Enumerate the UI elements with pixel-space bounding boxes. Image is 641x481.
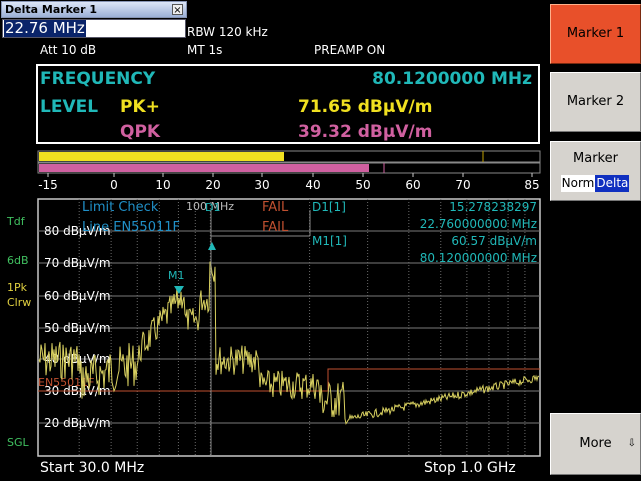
marker-1-softkey[interactable]: Marker 1 xyxy=(550,4,641,64)
delta-option[interactable]: Delta xyxy=(595,175,630,192)
m1-marker-tag: M1 xyxy=(168,269,185,282)
marker-2-label: Marker 2 xyxy=(566,94,625,109)
m1-label: M1[1] xyxy=(312,234,347,248)
spectrum-plot[interactable]: 80 dBµV/m70 dBµV/m60 dBµV/m50 dBµV/m40 d… xyxy=(0,0,545,481)
y-tick-label: 50 dBµV/m xyxy=(44,321,111,335)
stop-frequency: Stop 1.0 GHz xyxy=(424,460,516,476)
limit-check-label: Limit Check xyxy=(82,200,159,215)
limit-line-label: EN55011F xyxy=(38,376,95,389)
limit-check-status: FAIL xyxy=(262,200,289,215)
y-tick-label: 60 dBµV/m xyxy=(44,289,111,303)
d1-marker-tag: D1 xyxy=(205,201,220,214)
y-tick-label: 70 dBµV/m xyxy=(44,256,111,270)
y-tick-label: 20 dBµV/m xyxy=(44,416,111,430)
norm-option[interactable]: Norm xyxy=(560,175,596,192)
m1-level: 60.57 dBµV/m xyxy=(451,234,537,248)
more-softkey[interactable]: More ⇩ xyxy=(550,413,641,475)
m1-frequency: 80.120000000 MHz xyxy=(420,251,537,265)
d1-level: 15.278238297 xyxy=(449,200,537,214)
marker-norm-delta-softkey[interactable]: Marker Norm Delta xyxy=(550,141,641,201)
start-frequency: Start 30.0 MHz xyxy=(40,460,145,476)
d1-label: D1[1] xyxy=(312,200,346,214)
down-arrow-icon: ⇩ xyxy=(627,438,636,449)
limit-line-name: Line EN55011F xyxy=(82,220,180,235)
limit-line-status: FAIL xyxy=(262,220,289,235)
marker-1-label: Marker 1 xyxy=(566,26,625,41)
marker-2-softkey[interactable]: Marker 2 xyxy=(550,72,641,132)
marker-label: Marker xyxy=(573,151,618,166)
d1-frequency: 22.760000000 MHz xyxy=(420,217,537,231)
more-label: More xyxy=(579,436,612,451)
norm-delta-toggle[interactable]: Norm Delta xyxy=(553,175,637,192)
